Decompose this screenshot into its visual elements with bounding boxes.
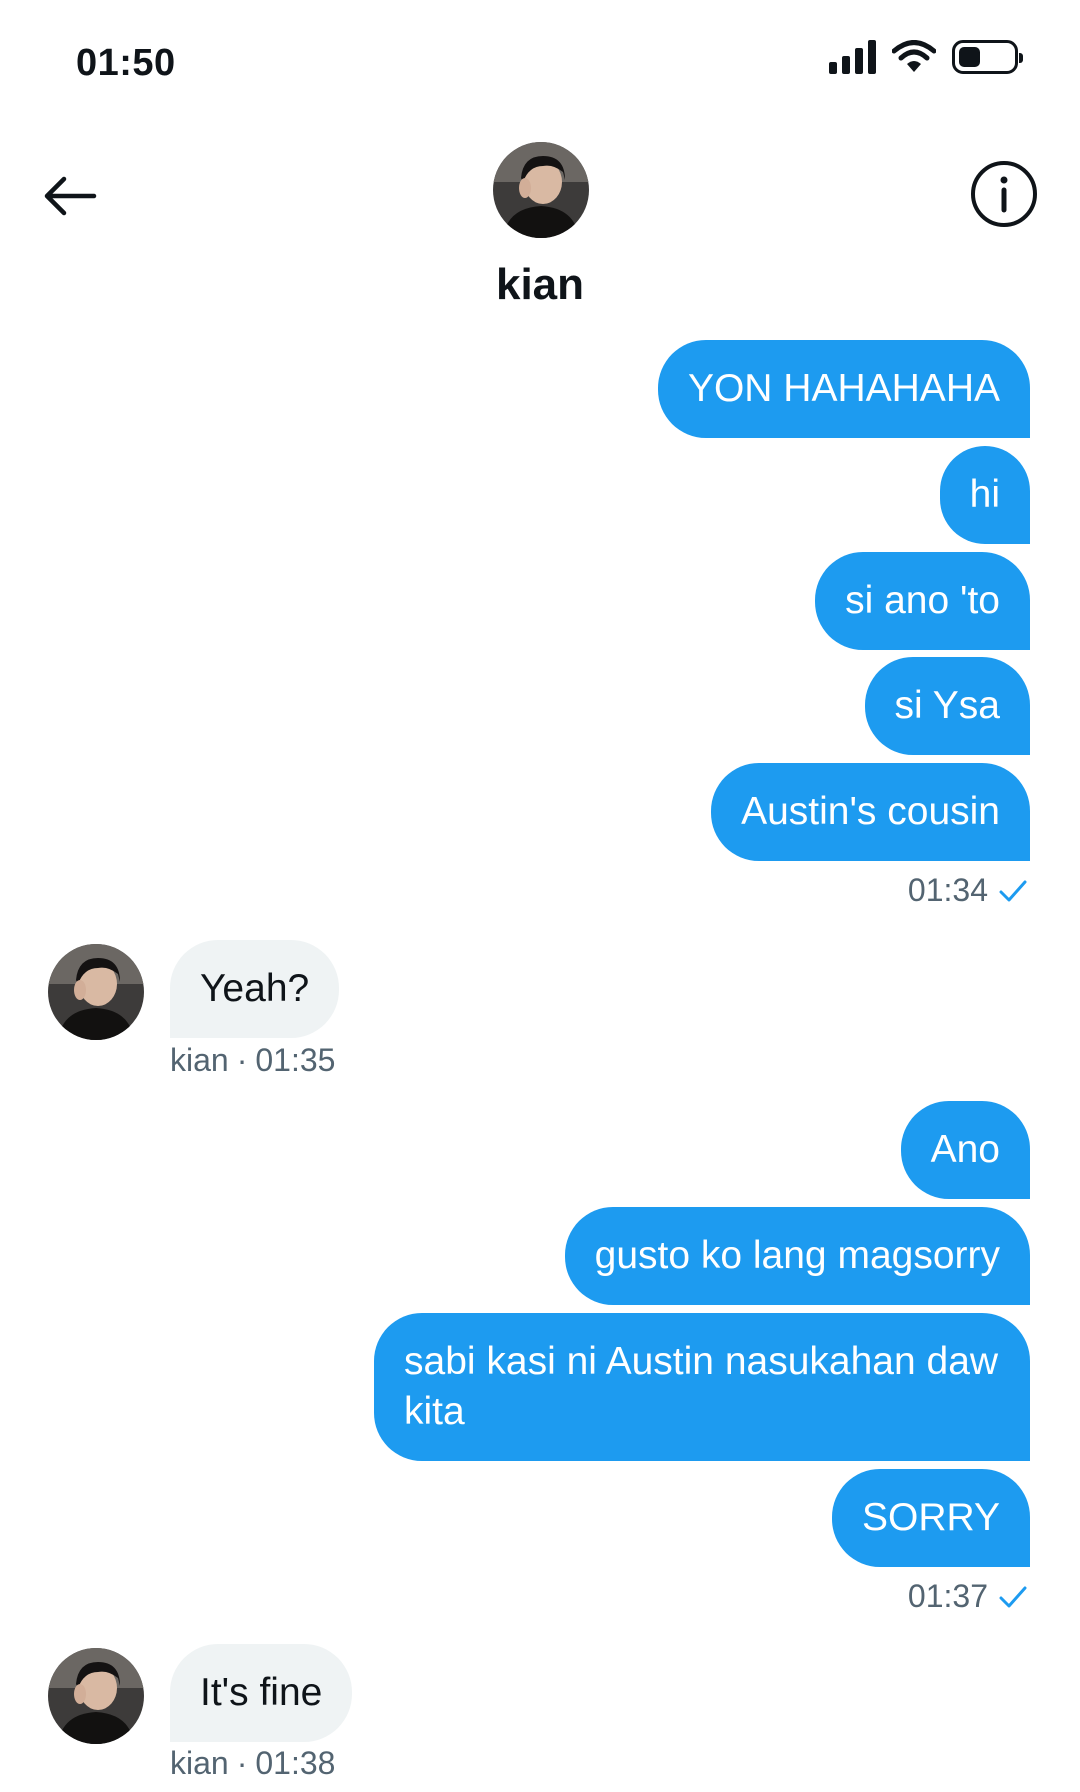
avatar[interactable]: [48, 1648, 144, 1744]
meta-separator: ·: [236, 1745, 248, 1781]
message-bubble-outgoing[interactable]: Austin's cousin: [711, 763, 1030, 861]
message-meta: kian · 01:35: [170, 1042, 335, 1079]
check-icon: [999, 1586, 1027, 1607]
status-icons: [829, 40, 1023, 74]
message-timestamp: 01:34: [908, 872, 1030, 909]
avatar[interactable]: [493, 142, 589, 238]
avatar[interactable]: [48, 944, 144, 1040]
message-timestamp: 01:37: [908, 1578, 1030, 1615]
info-circle-icon[interactable]: [968, 158, 1040, 230]
message-bubble-outgoing[interactable]: gusto ko lang magsorry: [564, 1207, 1030, 1305]
message-bubble-outgoing[interactable]: si ano 'to: [815, 552, 1030, 650]
conversation-title[interactable]: kian: [0, 260, 1080, 310]
timestamp-text: 01:38: [255, 1745, 336, 1781]
check-icon: [999, 880, 1027, 901]
timestamp-text: 01:34: [907, 872, 988, 908]
message-bubble-outgoing[interactable]: YON HAHAHAHA: [657, 340, 1030, 438]
sender-name: kian: [170, 1042, 229, 1078]
status-time: 01:50: [76, 42, 176, 84]
status-bar: 01:50: [0, 0, 1080, 120]
message-bubble-outgoing[interactable]: si Ysa: [864, 657, 1030, 755]
wifi-icon: [892, 40, 936, 72]
message-bubble-incoming[interactable]: Yeah?: [170, 940, 340, 1038]
sender-name: kian: [170, 1745, 229, 1781]
meta-separator: ·: [236, 1042, 248, 1078]
arrow-left-icon[interactable]: [38, 164, 102, 228]
timestamp-text: 01:35: [255, 1042, 336, 1078]
message-bubble-outgoing[interactable]: SORRY: [832, 1469, 1030, 1567]
message-bubble-incoming[interactable]: It's fine: [170, 1644, 353, 1742]
message-bubble-outgoing[interactable]: sabi kasi ni Austin nasukahan daw kita: [374, 1313, 1030, 1461]
conversation-header: kian: [0, 120, 1080, 320]
timestamp-text: 01:37: [907, 1578, 988, 1614]
cellular-signal-icon: [829, 40, 876, 74]
battery-level: [959, 47, 980, 67]
message-bubble-outgoing[interactable]: hi: [939, 446, 1030, 544]
message-bubble-outgoing[interactable]: Ano: [900, 1101, 1030, 1199]
message-meta: kian · 01:38: [170, 1745, 335, 1782]
battery-icon: [952, 40, 1023, 74]
